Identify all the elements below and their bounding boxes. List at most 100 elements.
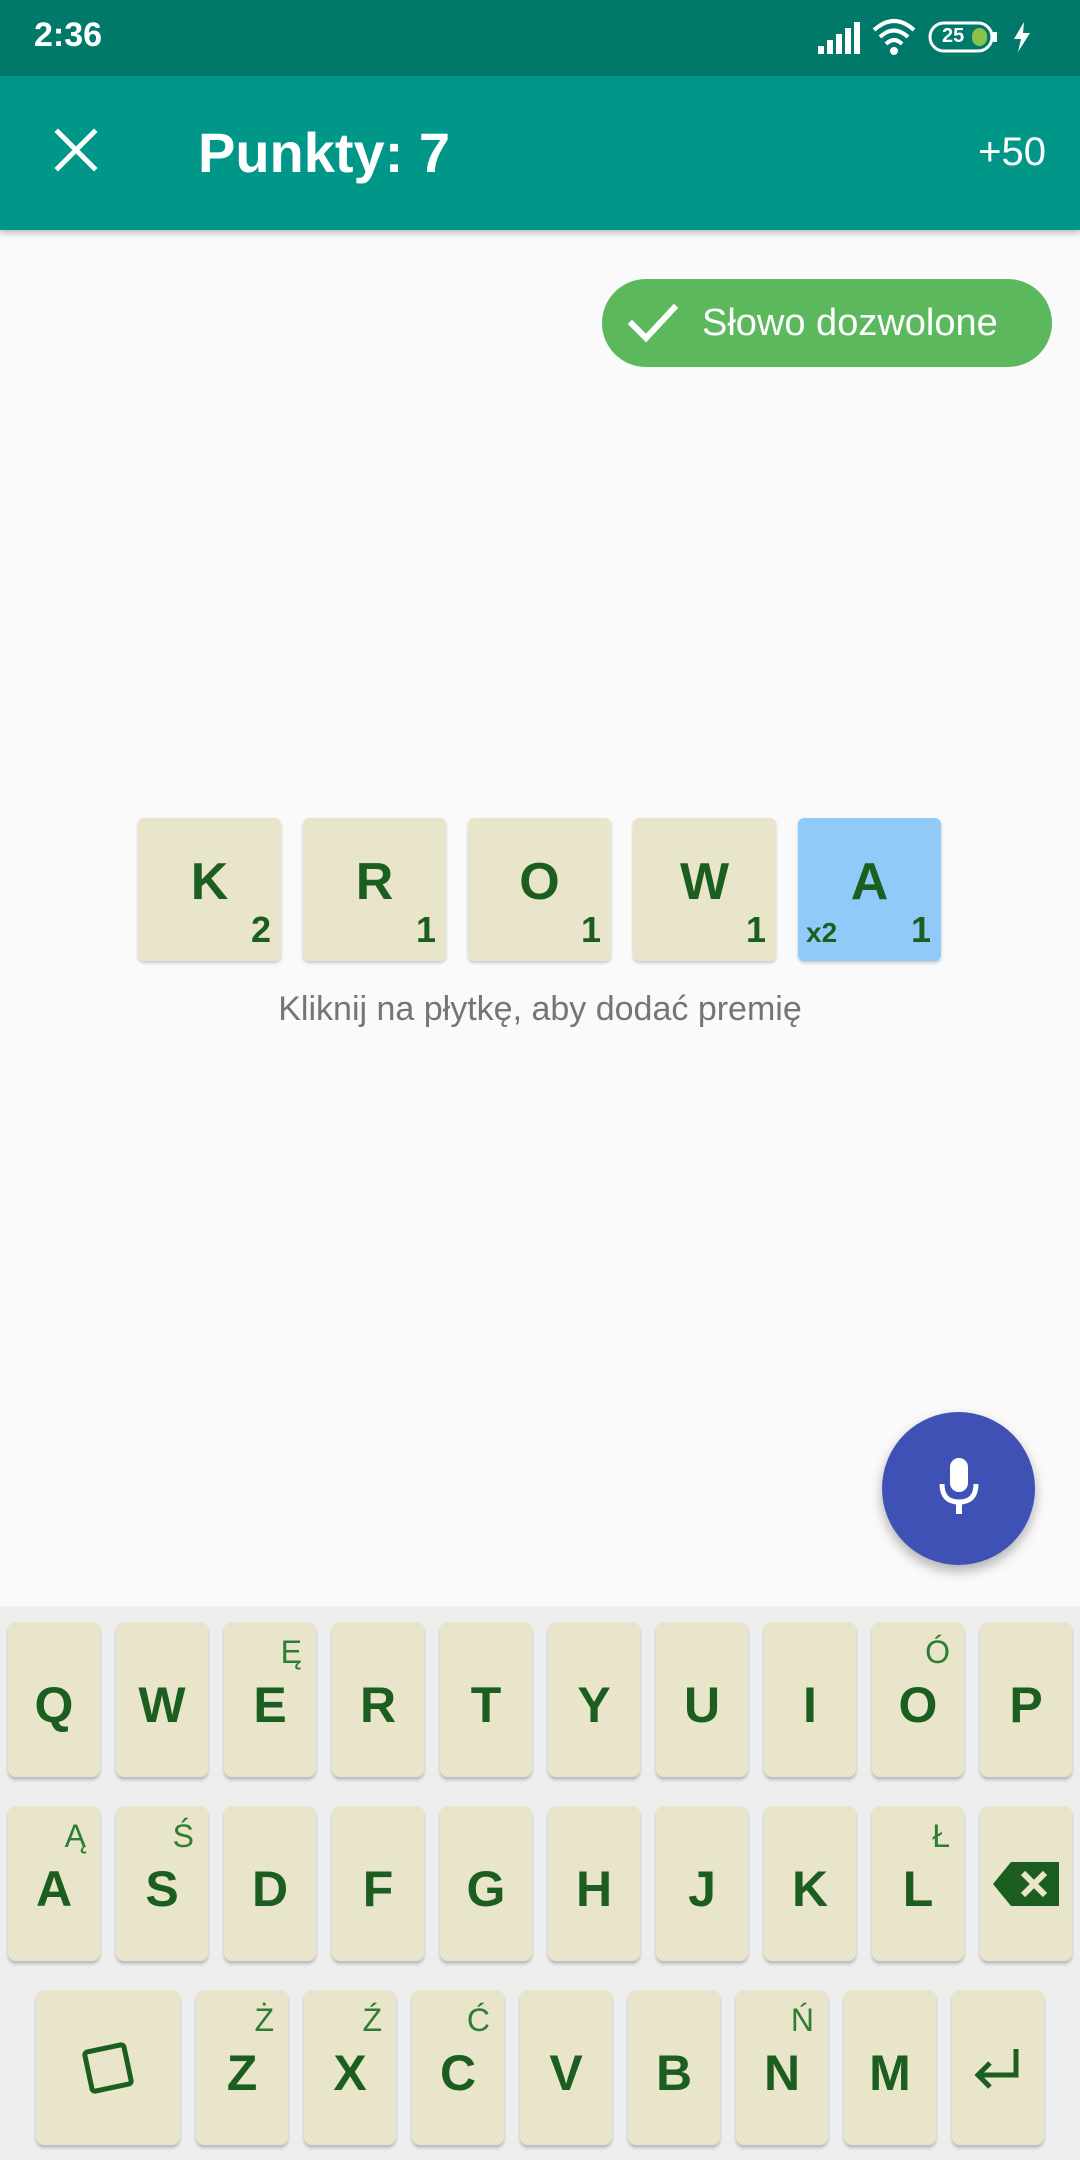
- key-f[interactable]: F: [332, 1806, 424, 1961]
- tile-points: 1: [415, 909, 436, 950]
- charging-icon: [1012, 22, 1032, 57]
- key-alt-letter: Ź: [362, 2002, 382, 2038]
- bonus-50-button[interactable]: +50: [978, 130, 1046, 175]
- key-z[interactable]: Ż Z: [196, 1990, 288, 2145]
- key-letter: O: [898, 1677, 938, 1733]
- enter-icon: [952, 1990, 1044, 2145]
- key-alt-letter: Ś: [172, 1818, 194, 1854]
- key-u[interactable]: U: [656, 1622, 748, 1777]
- tile-5[interactable]: A x2 1: [798, 818, 941, 961]
- key-letter: S: [145, 1861, 179, 1917]
- key-alt-letter: Ą: [64, 1818, 86, 1854]
- key-letter: B: [655, 2045, 693, 2101]
- key-alt-letter: Ń: [790, 2002, 814, 2038]
- tile-letter: K: [190, 853, 229, 911]
- key-g[interactable]: G: [440, 1806, 532, 1961]
- key-b[interactable]: B: [628, 1990, 720, 2145]
- key-s[interactable]: Ś S: [116, 1806, 208, 1961]
- tile-points: 2: [250, 909, 271, 950]
- backspace-icon: [980, 1806, 1072, 1961]
- status-icons: 25: [816, 18, 1056, 58]
- close-icon: [54, 127, 98, 177]
- key-i[interactable]: I: [764, 1622, 856, 1777]
- key-letter: T: [470, 1677, 502, 1733]
- status-time: 2:36: [34, 16, 103, 54]
- key-alt-letter: Ę: [280, 1634, 302, 1670]
- tile-points: 1: [745, 909, 766, 950]
- key-letter: U: [683, 1677, 721, 1733]
- key-y[interactable]: Y: [548, 1622, 640, 1777]
- tile-letter: O: [519, 853, 560, 911]
- key-d[interactable]: D: [224, 1806, 316, 1961]
- app-bar: Punkty: 7 +50: [0, 76, 1080, 230]
- key-q[interactable]: Q: [8, 1622, 100, 1777]
- tile-1[interactable]: K 2: [138, 818, 281, 961]
- key-m[interactable]: M: [844, 1990, 936, 2145]
- page-title: Punkty: 7: [198, 121, 451, 184]
- tile-letter: A: [850, 853, 889, 911]
- tile-points: 1: [910, 909, 931, 950]
- key-letter: I: [803, 1677, 817, 1733]
- key-alt-letter: Ć: [466, 2002, 490, 2038]
- key-letter: P: [1009, 1677, 1043, 1733]
- word-tiles: K 2 R 1 O 1 W 1 A x2 1: [138, 818, 958, 961]
- key-w[interactable]: W: [116, 1622, 208, 1777]
- keyboard: Q W Ę E R T Y U I Ó O P Ą A Ś S D F G H …: [0, 1606, 1080, 2160]
- key-letter: Z: [226, 2045, 258, 2101]
- key-letter: X: [333, 2045, 367, 2101]
- key-v[interactable]: V: [520, 1990, 612, 2145]
- key-c[interactable]: Ć C: [412, 1990, 504, 2145]
- microphone-icon: [934, 1456, 984, 1521]
- key-letter: V: [549, 2045, 583, 2101]
- key-letter: J: [688, 1861, 716, 1917]
- key-o[interactable]: Ó O: [872, 1622, 964, 1777]
- enter-key[interactable]: [952, 1990, 1044, 2145]
- key-a[interactable]: Ą A: [8, 1806, 100, 1961]
- status-bar: 2:36 25: [0, 0, 1080, 76]
- battery-level: 25: [942, 25, 965, 47]
- key-letter: C: [439, 2045, 477, 2101]
- key-letter: W: [138, 1677, 186, 1733]
- tile-multiplier: x2: [806, 917, 838, 948]
- key-alt-letter: Ó: [925, 1634, 950, 1670]
- tile-2[interactable]: R 1: [303, 818, 446, 961]
- key-alt-letter: Ż: [254, 2002, 274, 2038]
- tile-3[interactable]: O 1: [468, 818, 611, 961]
- key-letter: L: [902, 1861, 934, 1917]
- key-n[interactable]: Ń N: [736, 1990, 828, 2145]
- signal-icon: [816, 20, 862, 61]
- key-k[interactable]: K: [764, 1806, 856, 1961]
- key-letter: N: [763, 2045, 801, 2101]
- tile-4[interactable]: W 1: [633, 818, 776, 961]
- microphone-button[interactable]: [882, 1412, 1035, 1565]
- key-e[interactable]: Ę E: [224, 1622, 316, 1777]
- key-letter: Y: [577, 1677, 611, 1733]
- blank-tile-icon: [36, 1990, 180, 2145]
- tile-letter: W: [679, 853, 730, 911]
- check-icon: [622, 293, 682, 353]
- bonus-hint: Kliknij na płytkę, aby dodać premię: [278, 990, 802, 1028]
- wifi-icon: [872, 18, 916, 61]
- key-alt-letter: Ł: [932, 1818, 950, 1854]
- word-allowed-label: Słowo dozwolone: [702, 301, 998, 344]
- blank-tile-key[interactable]: [36, 1990, 180, 2145]
- close-button[interactable]: [36, 112, 116, 192]
- word-allowed-chip: Słowo dozwolone: [602, 279, 1052, 367]
- key-letter: F: [362, 1861, 394, 1917]
- key-letter: D: [251, 1861, 289, 1917]
- key-r[interactable]: R: [332, 1622, 424, 1777]
- key-x[interactable]: Ź X: [304, 1990, 396, 2145]
- key-l[interactable]: Ł L: [872, 1806, 964, 1961]
- key-t[interactable]: T: [440, 1622, 532, 1777]
- key-p[interactable]: P: [980, 1622, 1072, 1777]
- key-letter: Q: [34, 1677, 74, 1733]
- key-letter: M: [869, 2045, 911, 2101]
- battery-icon: 25: [928, 20, 998, 59]
- key-letter: R: [359, 1677, 397, 1733]
- key-letter: H: [575, 1861, 613, 1917]
- key-j[interactable]: J: [656, 1806, 748, 1961]
- tile-points: 1: [580, 909, 601, 950]
- backspace-key[interactable]: [980, 1806, 1072, 1961]
- key-h[interactable]: H: [548, 1806, 640, 1961]
- key-letter: K: [791, 1861, 829, 1917]
